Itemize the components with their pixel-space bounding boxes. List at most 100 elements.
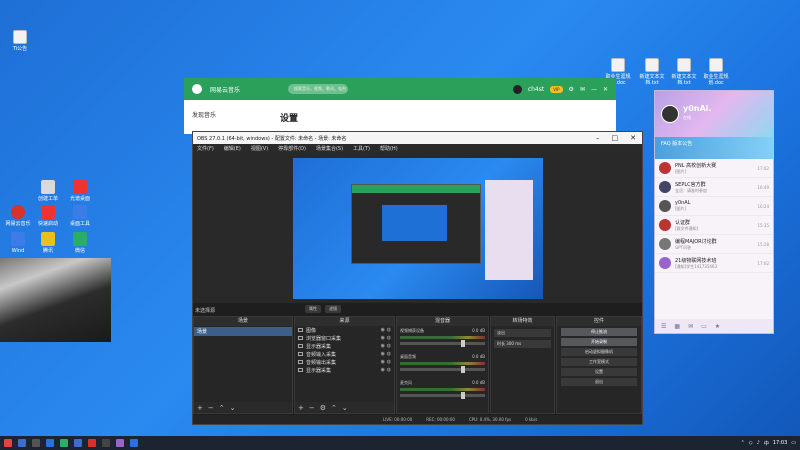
desktop-icon-4[interactable]: 快速启动 bbox=[30, 205, 66, 227]
source-item[interactable]: 浏览器窗口采集 ◉ ◍ bbox=[295, 334, 394, 342]
app-icon[interactable] bbox=[130, 439, 138, 447]
menu-icon[interactable]: ☰ bbox=[661, 323, 666, 330]
eye-icon[interactable]: ◉ ◍ bbox=[381, 351, 391, 357]
start-icon[interactable] bbox=[4, 439, 12, 447]
kbps-status: 0 kb/s bbox=[525, 417, 538, 422]
star-icon[interactable]: ★ bbox=[715, 323, 720, 330]
desktop-file-2[interactable]: 新建文本文档.txt bbox=[666, 58, 702, 86]
close-icon[interactable]: ✕ bbox=[603, 86, 608, 93]
eye-icon[interactable]: ◉ ◍ bbox=[381, 359, 391, 365]
clock[interactable]: 17:03 bbox=[773, 440, 787, 446]
properties-button[interactable]: 属性 bbox=[305, 305, 321, 313]
menu-edit[interactable]: 编辑(E) bbox=[224, 145, 241, 152]
menu-help[interactable]: 帮助(H) bbox=[380, 145, 398, 152]
desktop-file-3[interactable]: 职业生涯规划.doc bbox=[698, 58, 734, 86]
desktop-file-1[interactable]: 新建文本文档.txt bbox=[634, 58, 670, 86]
stop-streaming-button[interactable]: 停止推流 bbox=[561, 328, 637, 336]
eye-icon[interactable]: ◉ ◍ bbox=[381, 335, 391, 341]
chat-item[interactable]: PNL 高校创新大赛 [图片] 17:02 bbox=[655, 159, 773, 178]
chat-item[interactable]: 21级物联网技术班 [通知]学生141735403 17:02 bbox=[655, 254, 773, 273]
obs-icon[interactable] bbox=[102, 439, 110, 447]
virtual-camera-button[interactable]: 启动虚拟摄像机 bbox=[561, 348, 637, 356]
desktop-icon-0[interactable]: Ti公告 bbox=[2, 30, 38, 52]
menu-tools[interactable]: 工具(T) bbox=[353, 145, 370, 152]
desktop-icon-8[interactable]: 微信 bbox=[62, 232, 98, 254]
qq-banner[interactable]: FAQ 版本公告 bbox=[655, 137, 773, 159]
transition-type-select[interactable]: 淡出 bbox=[494, 329, 551, 337]
network-icon[interactable]: ◇ bbox=[749, 440, 753, 446]
mail-icon[interactable]: ✉ bbox=[580, 86, 585, 93]
netease-icon[interactable] bbox=[88, 439, 96, 447]
folder-icon[interactable]: ▭ bbox=[701, 323, 707, 330]
volume-slider[interactable] bbox=[400, 340, 485, 347]
mail-icon[interactable]: ✉ bbox=[688, 323, 693, 330]
input-language[interactable]: 中 bbox=[764, 440, 769, 447]
netease-app-name: 网易云音乐 bbox=[210, 86, 241, 94]
up-icon[interactable]: ⌃ bbox=[219, 404, 225, 412]
vip-badge[interactable]: VIP bbox=[550, 85, 563, 93]
eye-icon[interactable]: ◉ ◍ bbox=[381, 367, 391, 373]
menu-docks[interactable]: 停靠部件(D) bbox=[278, 145, 306, 152]
desktop-icon-1[interactable]: 创建工单 bbox=[30, 180, 66, 202]
chat-item[interactable]: y0nAL [图片] 16:24 bbox=[655, 197, 773, 216]
app-icon bbox=[41, 232, 55, 246]
scene-item[interactable]: 场景 bbox=[194, 327, 292, 336]
up-icon[interactable]: ⌃ bbox=[331, 404, 337, 412]
chat-item[interactable]: 编程MAJOR讨论群 GPT问答 15:28 bbox=[655, 235, 773, 254]
eye-icon[interactable]: ◉ ◍ bbox=[381, 327, 391, 333]
maximize-icon[interactable]: □ bbox=[612, 134, 619, 142]
desktop-icon-2[interactable]: 光谱桌面 bbox=[62, 180, 98, 202]
taskview-icon[interactable] bbox=[32, 439, 40, 447]
tray-chevron-icon[interactable]: ⌃ bbox=[741, 440, 745, 446]
add-icon[interactable]: + bbox=[298, 404, 304, 412]
volume-icon[interactable]: ♪ bbox=[757, 440, 760, 446]
remove-icon[interactable]: − bbox=[208, 404, 214, 412]
exit-button[interactable]: 退出 bbox=[561, 378, 637, 386]
wechat-icon[interactable] bbox=[60, 439, 68, 447]
studio-mode-button[interactable]: 工作室模式 bbox=[561, 358, 637, 366]
qq-status[interactable]: 在线 bbox=[683, 115, 691, 121]
apps-icon[interactable]: ▦ bbox=[674, 323, 680, 330]
remove-icon[interactable]: − bbox=[309, 404, 315, 412]
source-item[interactable]: 音频输入采集 ◉ ◍ bbox=[295, 350, 394, 358]
add-icon[interactable]: + bbox=[197, 404, 203, 412]
minimize-icon[interactable]: – bbox=[596, 134, 600, 142]
minimize-icon[interactable]: — bbox=[591, 86, 597, 93]
settings-button[interactable]: 设置 bbox=[561, 368, 637, 376]
program-preview[interactable] bbox=[293, 158, 543, 299]
desktop-icon-5[interactable]: 桌面工具 bbox=[62, 205, 98, 227]
menu-file[interactable]: 文件(F) bbox=[197, 145, 214, 152]
desktop-icon-7[interactable]: 腾讯 bbox=[30, 232, 66, 254]
edge-icon[interactable] bbox=[46, 439, 54, 447]
settings-icon[interactable]: ⚙ bbox=[569, 86, 574, 93]
sidebar-item-discover[interactable]: 发现音乐 bbox=[192, 110, 216, 119]
notification-icon[interactable]: ▭ bbox=[791, 440, 796, 446]
source-item[interactable]: 显示器采集 ◉ ◍ bbox=[295, 342, 394, 350]
avatar[interactable] bbox=[512, 84, 522, 94]
qq-icon[interactable] bbox=[116, 439, 124, 447]
eye-icon[interactable]: ◉ ◍ bbox=[381, 343, 391, 349]
qq-footer: ☰ ▦ ✉ ▭ ★ bbox=[655, 319, 773, 333]
search-input[interactable]: 搜索音乐，视频，歌词，电台 bbox=[288, 84, 349, 94]
filters-button[interactable]: 滤镜 bbox=[325, 305, 341, 313]
volume-slider[interactable] bbox=[400, 366, 485, 373]
source-item[interactable]: 图像 ◉ ◍ bbox=[295, 326, 394, 334]
start-recording-button[interactable]: 开始录制 bbox=[561, 338, 637, 346]
down-icon[interactable]: ⌄ bbox=[342, 404, 348, 412]
transition-duration[interactable]: 时长 300 ms bbox=[494, 340, 551, 348]
explorer-icon[interactable] bbox=[74, 439, 82, 447]
down-icon[interactable]: ⌄ bbox=[230, 404, 236, 412]
search-icon[interactable] bbox=[18, 439, 26, 447]
transitions-header: 转场特效 bbox=[491, 317, 554, 326]
chat-item[interactable]: 认证群 [群文件通知] 15:35 bbox=[655, 216, 773, 235]
volume-slider[interactable] bbox=[400, 392, 485, 399]
menu-view[interactable]: 视图(V) bbox=[251, 145, 268, 152]
avatar[interactable] bbox=[661, 105, 679, 123]
source-item[interactable]: 音频输出采集 ◉ ◍ bbox=[295, 358, 394, 366]
chat-item[interactable]: SEPLC官方群 全员：请准时参加 16:49 bbox=[655, 178, 773, 197]
netease-user[interactable]: ch4st bbox=[528, 86, 544, 93]
gear-icon[interactable]: ⚙ bbox=[320, 404, 326, 412]
close-icon[interactable]: ✕ bbox=[630, 134, 636, 142]
source-item[interactable]: 显示器采集 ◉ ◍ bbox=[295, 366, 394, 374]
menu-scene-collection[interactable]: 场景集合(S) bbox=[316, 145, 343, 152]
